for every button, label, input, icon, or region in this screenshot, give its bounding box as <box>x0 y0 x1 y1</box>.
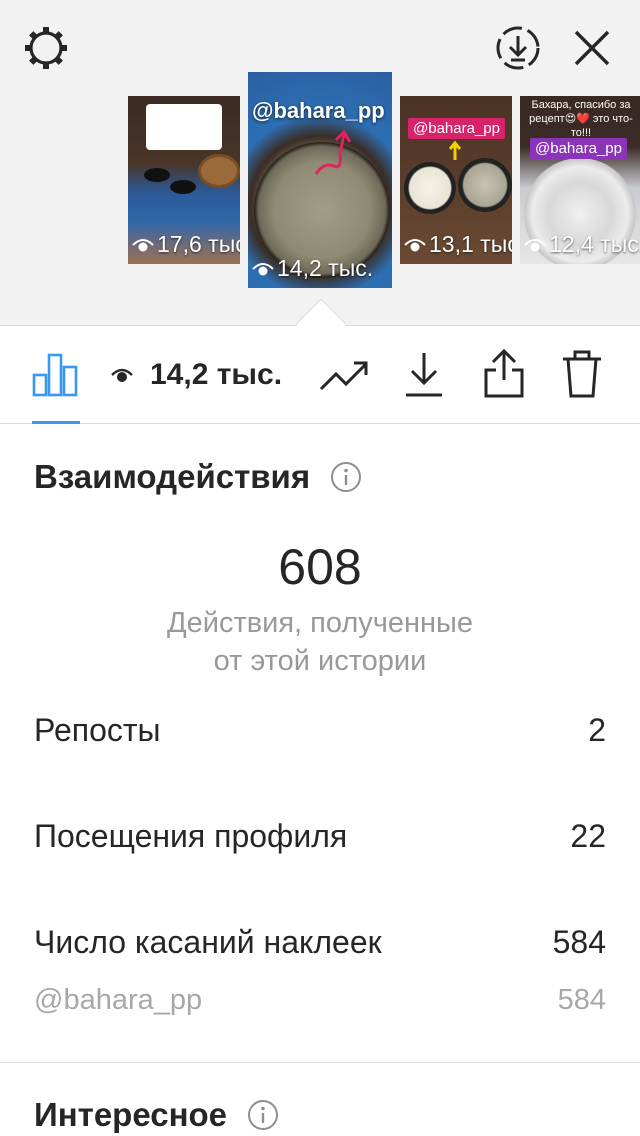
info-icon[interactable] <box>330 461 362 493</box>
metric-value: 2 <box>588 712 606 748</box>
bowl-image <box>198 154 240 188</box>
story-views-count: 14,2 тыс. <box>277 255 374 281</box>
metric-label: Посещения профиля <box>34 818 348 854</box>
save-story-download-icon[interactable] <box>494 24 542 72</box>
arrow-up-icon <box>448 140 462 160</box>
story-views: 13,1 тыс. <box>404 231 512 258</box>
interactions-title: Взаимодействия <box>34 458 311 495</box>
active-tab-indicator <box>32 421 80 424</box>
download-icon[interactable] <box>398 347 450 403</box>
story-views-count: 13,1 тыс. <box>429 231 512 257</box>
delete-trash-icon[interactable] <box>556 345 608 403</box>
mention-sticker: @bahara_pp <box>408 118 505 139</box>
metric-value: 22 <box>570 818 606 854</box>
story-thumbnail-2-selected[interactable]: @bahara_pp 14,2 тыс. <box>248 72 392 288</box>
story-action-bar: 14,2 тыс. <box>0 327 640 424</box>
eye-icon <box>111 368 133 382</box>
eye-icon <box>252 262 274 275</box>
poll-sticker-image <box>146 104 222 150</box>
story-thumbnail-4[interactable]: Бахара, спасибо за рецепт😍❤️ это что-то!… <box>520 96 640 264</box>
metric-value: 584 <box>552 924 606 960</box>
metric-row-profile-visits: Посещения профиля 22 <box>34 818 606 855</box>
metric-label: Репосты <box>34 712 161 748</box>
story-thumbnail-3[interactable]: @bahara_pp 13,1 тыс. <box>400 96 512 264</box>
mention-sticker: @bahara_pp <box>530 138 627 159</box>
close-icon[interactable] <box>570 26 614 70</box>
bowl-image <box>404 162 456 214</box>
metric-row-mention-sticker: @bahara_pp 584 <box>34 984 606 1017</box>
story-views: 12,4 тыс. <box>524 231 640 258</box>
insights-tab-bar-chart-icon[interactable] <box>28 347 82 401</box>
metric-value: 584 <box>557 984 606 1016</box>
eye-icon <box>404 238 426 251</box>
promote-trending-icon[interactable] <box>316 349 372 401</box>
interactions-subtitle-line1: Действия, полученные <box>166 607 474 639</box>
arrow-doodle-icon <box>314 129 352 175</box>
discovery-title: Интересное <box>34 1096 228 1133</box>
section-divider <box>0 1062 640 1063</box>
viewers-tab[interactable]: 14,2 тыс. <box>110 351 282 399</box>
story-carousel-area: 17,6 тыс. @bahara_pp 14,2 тыс. @bahara_p… <box>0 0 640 326</box>
settings-gear-icon[interactable] <box>22 24 70 72</box>
mention-sticker: @bahara_pp <box>252 98 385 123</box>
interactions-total: 608 <box>278 539 362 595</box>
story-thumbnail-1[interactable]: 17,6 тыс. <box>128 96 240 264</box>
story-views: 14,2 тыс. <box>252 255 373 282</box>
info-icon[interactable] <box>247 1099 279 1131</box>
interactions-subtitle-line2: от этой истории <box>213 645 427 677</box>
bowl-image <box>458 158 512 212</box>
bowl-image <box>144 168 170 182</box>
interactions-subtitle: Действия, полученные от этой истории <box>0 604 640 680</box>
story-views-count: 12,4 тыс. <box>549 231 640 257</box>
story-views: 17,6 тыс. <box>132 231 240 258</box>
discovery-heading: Интересное <box>34 1096 279 1134</box>
metric-row-sticker-taps: Число касаний наклеек 584 <box>34 924 606 961</box>
interactions-heading: Взаимодействия <box>34 458 362 496</box>
story-views-count: 17,6 тыс. <box>157 231 240 257</box>
metric-row-reposts: Репосты 2 <box>34 712 606 749</box>
story-caption: Бахара, спасибо за рецепт😍❤️ это что-то!… <box>529 99 633 139</box>
eye-icon <box>524 238 546 251</box>
viewers-count: 14,2 тыс. <box>150 358 283 391</box>
metric-label: @bahara_pp <box>34 984 203 1016</box>
share-icon[interactable] <box>478 345 530 403</box>
bowl-image <box>170 180 196 194</box>
eye-icon <box>132 238 154 251</box>
metric-label: Число касаний наклеек <box>34 924 382 960</box>
